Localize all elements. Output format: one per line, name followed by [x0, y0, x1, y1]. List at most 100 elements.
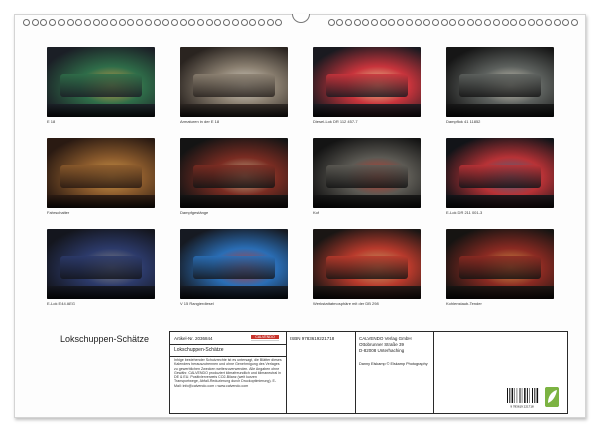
binding-ring [110, 19, 117, 26]
photo-10 [180, 229, 288, 299]
photo-1 [47, 47, 155, 117]
binding-ring [223, 19, 231, 26]
binding-ring [449, 19, 457, 26]
photo-3 [313, 47, 421, 117]
binding-ring [510, 19, 518, 26]
locomotive-shape [59, 164, 143, 189]
binding-ring [214, 19, 222, 26]
binding-ring [466, 19, 474, 26]
calendar-page: E 18 Armaturen in der E 18 Diesel-Lok DR 1… [0, 0, 600, 432]
binding-ring [431, 19, 439, 26]
locomotive-shape [325, 164, 409, 189]
binding-ring [57, 19, 65, 26]
binding-ring [266, 19, 274, 26]
photo-caption: Dampfgestänge [180, 210, 209, 215]
binding-ring [275, 19, 283, 26]
binding-ring [231, 19, 239, 26]
binding-ring [440, 19, 448, 26]
binding-ring [31, 19, 39, 26]
binding-ring [101, 19, 109, 26]
locomotive-shape [192, 164, 276, 189]
photo-4 [446, 47, 554, 117]
binding-ring [371, 19, 378, 26]
publisher-street: Ottobrunner Straße 39 [359, 342, 405, 347]
locomotive-shape [458, 255, 542, 280]
binding-ring [118, 19, 126, 26]
binding-ring [205, 19, 213, 26]
binding-ring [136, 19, 144, 26]
locomotive-shape [192, 73, 276, 98]
locomotive-shape [325, 73, 409, 98]
binding-ring [240, 19, 248, 26]
binding-ring [249, 19, 257, 26]
photo-caption: Fahrschalter [47, 210, 70, 215]
photo-6 [180, 138, 288, 208]
binding-ring [518, 19, 526, 26]
title-repeat: Lokschuppen-Schätze [174, 347, 224, 353]
svg-text:CALVENDO: CALVENDO [255, 335, 275, 339]
article-number: Artikel-Nr. 2036844 [174, 336, 213, 341]
info-panel: Artikel-Nr. 2036844 CALVENDO Lokschuppen… [169, 331, 568, 414]
binding-ring [553, 19, 561, 26]
binding-ring [40, 19, 48, 26]
calendar-sheet: E 18 Armaturen in der E 18 Diesel-Lok DR 1… [14, 14, 586, 418]
binding-ring [501, 19, 509, 26]
binding-ring [414, 19, 422, 26]
binding-ring [66, 19, 74, 26]
binding-ring [405, 19, 413, 26]
binding-ring [527, 19, 535, 26]
binding-ring [536, 19, 544, 26]
binding-ring [257, 19, 265, 26]
locomotive-shape [325, 255, 409, 280]
binding-ring [188, 19, 196, 26]
isbn: ISBN 9783619221718 [290, 336, 335, 341]
binding-ring [475, 19, 483, 26]
photo-caption: Kof [313, 210, 320, 215]
eco-leaf-icon [545, 387, 559, 407]
photo-caption: Kohlenstaub-Tender [446, 301, 482, 306]
locomotive-shape [192, 255, 276, 280]
publisher-city: D-82008 Unterhaching [359, 348, 405, 353]
binding-ring [484, 19, 492, 26]
binding-ring [153, 19, 161, 26]
binding-ring [179, 19, 187, 26]
locomotive-shape [458, 164, 542, 189]
binding-ring [49, 19, 57, 26]
binding-ring [92, 19, 100, 26]
publisher-name: CALVENDO Verlag GmbH [359, 336, 412, 341]
barcode-number: 9 783619 221718 [510, 405, 534, 409]
photographer: Danny Elskamp © Elskamp Photography [359, 362, 428, 366]
binding-ring [336, 19, 344, 26]
photo-12 [446, 229, 554, 299]
photo-2 [180, 47, 288, 117]
binding-ring [571, 19, 579, 26]
binding-ring [83, 19, 91, 26]
photo-caption: Diesel-Lok DR 112 457-7 [313, 119, 358, 124]
binding-ring [362, 19, 370, 26]
photo-caption: E 18 [47, 119, 56, 124]
barcode-icon: 9 783619 221718 [505, 387, 539, 409]
photo-9 [47, 229, 155, 299]
binding-ring [197, 19, 204, 26]
binding-ring [170, 19, 178, 26]
binding-ring [327, 19, 335, 26]
photo-caption: Werkstattatmosphäre mit der DB 298 [313, 301, 379, 306]
binding-ring [388, 19, 396, 26]
locomotive-shape [59, 73, 143, 98]
binding-ring [162, 19, 170, 26]
calvendo-logo: CALVENDO [250, 334, 280, 343]
photo-caption: Dampflok 41 11852 [446, 119, 481, 124]
binding-ring [144, 19, 152, 26]
photo-8 [446, 138, 554, 208]
binding-ring [423, 19, 431, 26]
binding-ring [353, 19, 361, 26]
binding-ring [127, 19, 135, 26]
binding-ring [344, 19, 352, 26]
binding-ring [379, 19, 387, 26]
binding-ring [545, 19, 552, 26]
photo-11 [313, 229, 421, 299]
binding-ring [458, 19, 465, 26]
binding-ring [75, 19, 83, 26]
photo-caption: E-Lok DR 211 001-3 [446, 210, 483, 215]
photo-5 [47, 138, 155, 208]
